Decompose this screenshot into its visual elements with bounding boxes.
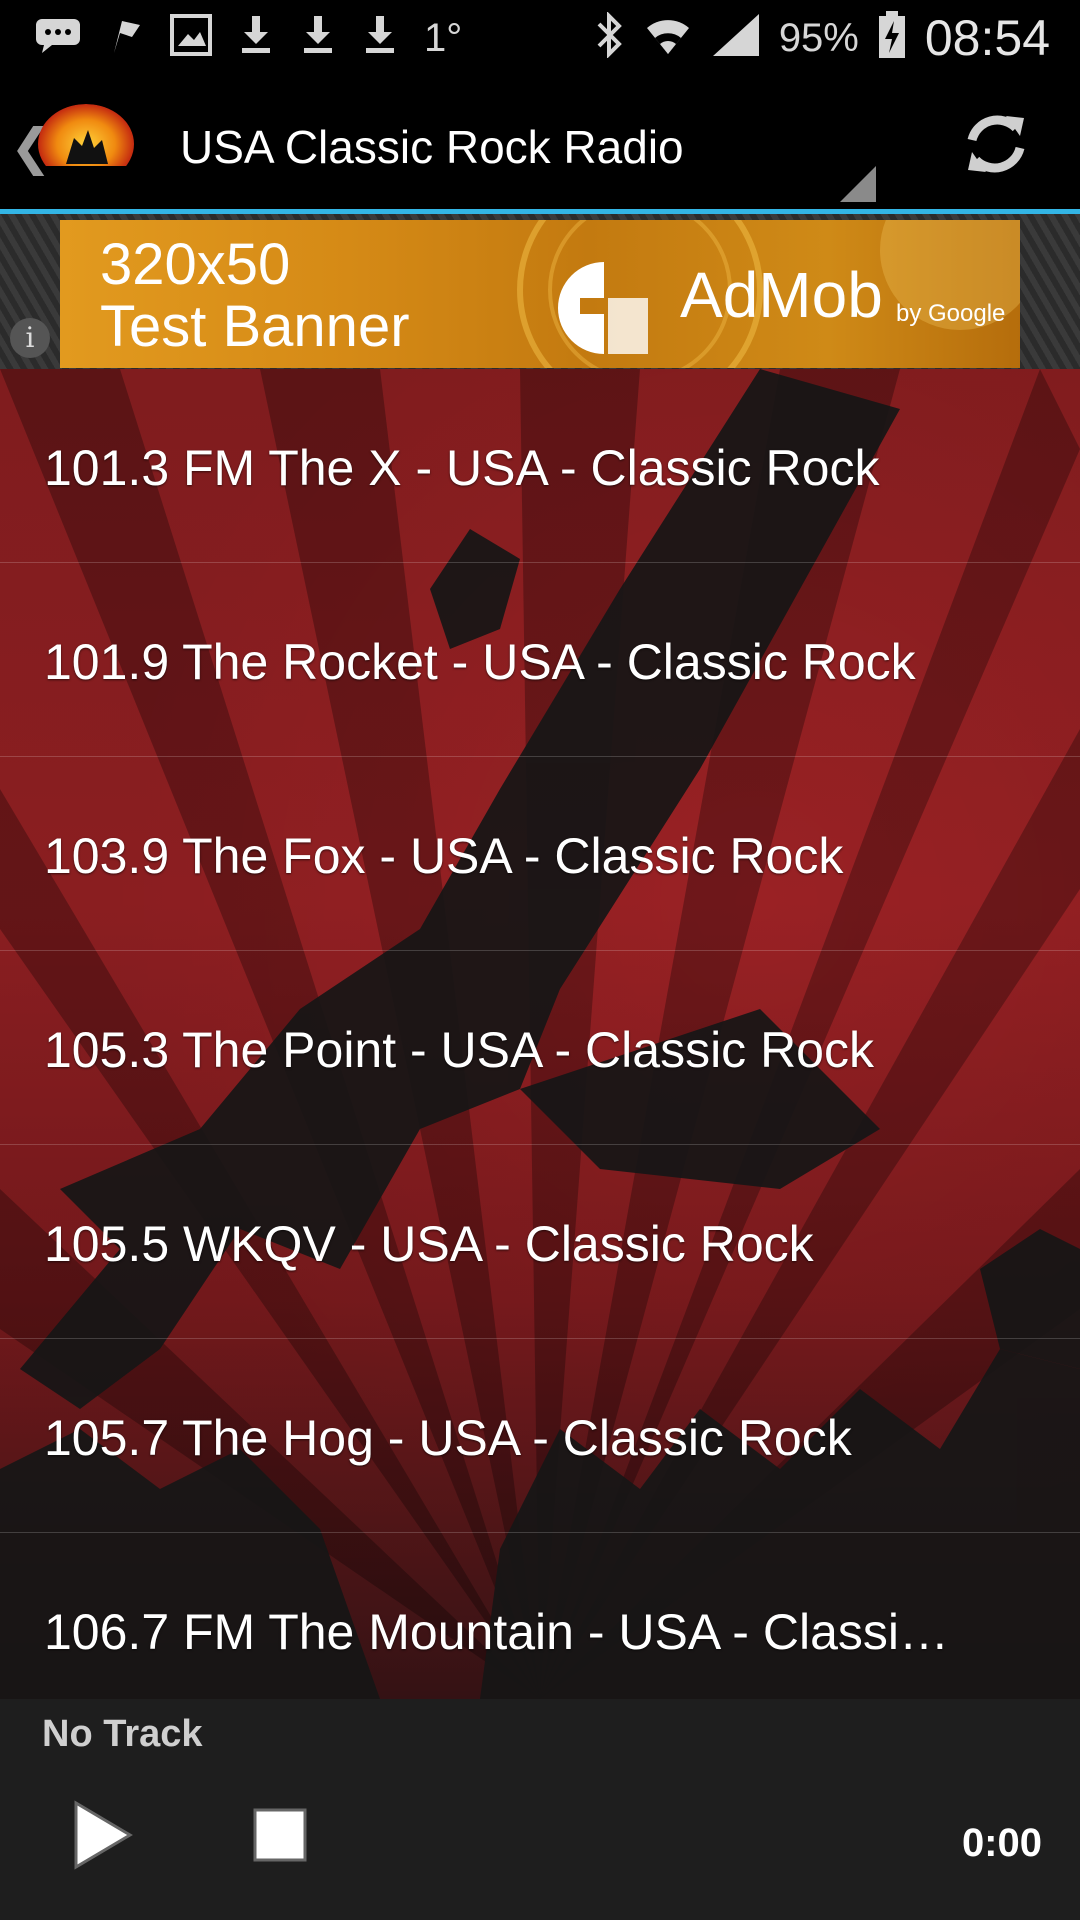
refresh-icon[interactable] (958, 106, 1034, 182)
temperature-text: 1° (424, 15, 463, 60)
ad-banner[interactable]: 320x50 Test Banner AdMob by Google (60, 220, 1020, 368)
battery-percent: 95% (778, 15, 859, 60)
station-label: 103.9 The Fox - USA - Classic Rock (44, 828, 844, 884)
station-label: 105.3 The Point - USA - Classic Rock (44, 1022, 874, 1078)
station-list: 101.3 FM The X - USA - Classic Rock 101.… (0, 369, 1080, 1699)
bluetooth-icon (593, 10, 625, 65)
ad-info-icon[interactable]: i (10, 318, 50, 358)
flag-icon (108, 15, 144, 62)
dropdown-indicator-icon[interactable] (840, 166, 876, 202)
list-item[interactable]: 106.7 FM The Mountain - USA - Classi… (0, 1533, 1080, 1699)
status-clock: 08:54 (924, 10, 1050, 66)
messages-icon (34, 15, 82, 62)
download-icon (300, 14, 336, 63)
play-icon (74, 1800, 133, 1870)
app-logo[interactable] (36, 104, 136, 188)
play-button[interactable] (70, 1799, 134, 1871)
list-item[interactable]: 105.5 WKQV - USA - Classic Rock (0, 1145, 1080, 1339)
station-label: 101.9 The Rocket - USA - Classic Rock (44, 634, 916, 690)
download-icon (238, 14, 274, 63)
page-title[interactable]: USA Classic Rock Radio (180, 120, 684, 174)
station-label: 105.7 The Hog - USA - Classic Rock (44, 1410, 852, 1466)
admob-logo-icon (544, 258, 656, 358)
station-label: 101.3 FM The X - USA - Classic Rock (44, 440, 880, 496)
list-item[interactable]: 103.9 The Fox - USA - Classic Rock (0, 757, 1080, 951)
stop-icon (253, 1808, 307, 1862)
ad-container: i 320x50 Test Banner AdMob by Google (0, 214, 1080, 369)
download-icon (362, 14, 398, 63)
track-title: No Track (42, 1713, 203, 1755)
status-right-icons: 95% 08:54 (593, 9, 1080, 67)
battery-charging-icon (877, 10, 907, 66)
ad-line2: Test Banner (100, 294, 410, 359)
ad-line1: 320x50 (100, 232, 291, 297)
station-label: 106.7 FM The Mountain - USA - Classi… (44, 1604, 949, 1660)
station-list-area: 101.3 FM The X - USA - Classic Rock 101.… (0, 369, 1080, 1699)
player-bar: No Track 0:00 (0, 1699, 1080, 1920)
signal-icon (711, 12, 761, 65)
list-item[interactable]: 105.3 The Point - USA - Classic Rock (0, 951, 1080, 1145)
status-bar: 1° 95% 08:54 (0, 0, 1080, 76)
playback-time: 0:00 (961, 1821, 1042, 1865)
ad-brand: AdMob (680, 259, 883, 331)
list-item[interactable]: 105.7 The Hog - USA - Classic Rock (0, 1339, 1080, 1533)
stop-button[interactable] (252, 1807, 308, 1863)
image-icon (170, 13, 212, 63)
station-label: 105.5 WKQV - USA - Classic Rock (44, 1216, 814, 1272)
ad-by-google: by Google (896, 300, 1006, 327)
action-bar: ❮ USA Classic Rock Radio (0, 76, 1080, 214)
status-left-icons: 1° (0, 13, 463, 63)
list-item[interactable]: 101.3 FM The X - USA - Classic Rock (0, 369, 1080, 563)
wifi-icon (643, 12, 693, 65)
list-item[interactable]: 101.9 The Rocket - USA - Classic Rock (0, 563, 1080, 757)
